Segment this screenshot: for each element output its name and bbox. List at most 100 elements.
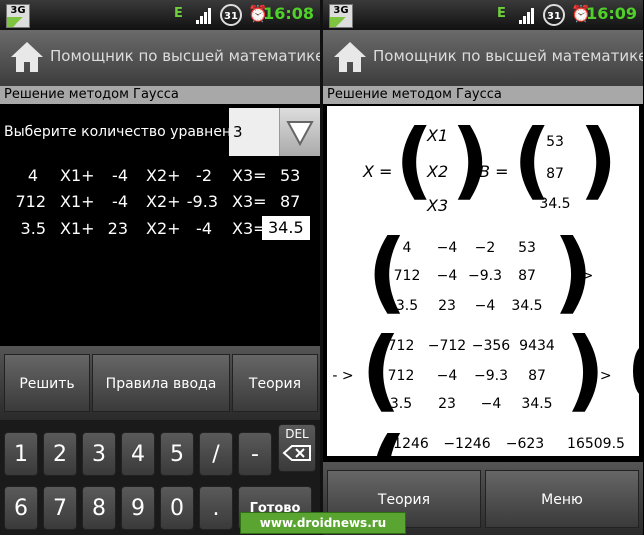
matrix-cell: 1246 [393,436,429,452]
var-label: X1+ [60,166,95,185]
matrix-cell: −356 [471,338,511,354]
matrix-cell: 34.5 [511,298,543,314]
coef-input[interactable]: -2 [186,166,212,185]
key-8[interactable]: 8 [82,486,116,530]
menu-button[interactable]: Меню [485,470,639,528]
b-vector-item: 53 [546,134,564,150]
solution-view[interactable]: X = ( X1 X2 X3 ) B = ( 53 87 34.5 ) ( 4 … [327,106,639,456]
var-label: X2+ [146,166,181,185]
var-label: X1+ [60,219,95,238]
watermark: www.droidnews.ru [240,512,406,534]
theory-button[interactable]: Теория [232,354,318,412]
coef-input[interactable]: 3.5 [2,219,46,238]
network-3g-icon: 3G [6,4,30,28]
coef-input[interactable]: 4 [10,166,38,185]
eq-count-value: 3 [229,108,279,156]
matrix-cell: 712 [387,338,415,354]
clock: 16:09 [586,4,637,23]
action-bar: Решить Правила ввода Теория [0,346,320,420]
title-bar: Помощник по высшей математике Lite [0,30,320,87]
matrix-cell: 712 [387,368,415,384]
app-title: Помощник по высшей математике Lite [373,47,643,65]
page-subtitle: Решение методом Гаусса [323,86,643,104]
rhs-input[interactable]: 53 [280,166,300,185]
key-minus[interactable]: - [238,432,272,476]
matrix-cell: 87 [518,268,536,284]
key-1[interactable]: 1 [4,432,38,476]
arrow: -> [576,268,594,284]
matrix-cell: 3.5 [389,396,413,412]
coef-input[interactable]: -4 [100,192,128,211]
var-label: X1+ [60,192,95,211]
key-4[interactable]: 4 [121,432,155,476]
paren-right: ) [579,111,618,209]
b-vector-item: 87 [546,166,564,182]
matrix-cell: −4 [474,298,496,314]
b-label: B = [479,162,509,181]
status-bar: 3G E 31 ⏰ 16:08 [0,0,320,30]
matrix-cell: −4 [480,396,502,412]
rhs-input[interactable]: 87 [280,192,300,211]
del-label: DEL [285,427,309,441]
equation-row: 3.5 X1+ 23 X2+ -4 X3= 34.5 [0,216,320,241]
paren-left: ( [395,111,434,209]
data-type-icon: E [497,6,506,21]
eq-count-label: Выберите количество уравнений: [4,124,255,140]
x-vector-item: X3 [427,196,449,215]
battery-icon: 31 [220,4,242,26]
var-label: X3= [232,192,267,211]
backspace-icon [282,445,311,461]
key-7[interactable]: 7 [43,486,77,530]
coef-input[interactable]: 712 [2,192,46,211]
matrix-cell: −712 [427,338,467,354]
paren-right: ) [451,111,490,209]
matrix-cell: −9.3 [474,368,508,384]
solve-button[interactable]: Решить [4,354,90,412]
coef-input[interactable]: -4 [186,219,212,238]
clock: 16:08 [263,4,314,23]
coef-input[interactable]: -4 [100,166,128,185]
key-0[interactable]: 0 [160,486,194,530]
matrix-cell: −2 [474,240,496,256]
key-2[interactable]: 2 [43,432,77,476]
chevron-down-icon [286,121,314,147]
home-icon[interactable] [8,38,46,76]
coef-input[interactable]: 23 [100,219,128,238]
matrix-cell: 53 [518,240,536,256]
key-dot[interactable]: . [199,486,233,530]
matrix-cell: 23 [438,396,456,412]
home-icon[interactable] [331,38,369,76]
eq-count-select[interactable]: 3 [229,108,320,156]
matrix-cell: −1246 [443,436,491,452]
paren-left: ( [513,111,552,209]
status-bar: 3G E 31 ⏰ 16:09 [323,0,643,30]
matrix-cell: 9434 [519,338,555,354]
matrix-cell: −9.3 [468,268,502,284]
arrow: - > [332,368,354,384]
var-label: X3= [232,166,267,185]
arrow: - > [590,368,612,384]
title-bar: Помощник по высшей математике Lite [323,30,643,87]
input-rules-button[interactable]: Правила ввода [92,354,230,412]
rhs-input-focused[interactable]: 34.5 [262,216,310,240]
matrix-cell: −623 [505,436,545,452]
delete-key[interactable]: DEL [278,424,316,472]
key-6[interactable]: 6 [4,486,38,530]
data-type-icon: E [174,6,183,21]
key-5[interactable]: 5 [160,432,194,476]
key-slash[interactable]: / [199,432,233,476]
equation-row: 712 X1+ -4 X2+ -9.3 X3= 87 [0,192,320,214]
coef-input[interactable]: -9.3 [180,192,218,211]
matrix-cell: 87 [528,368,546,384]
var-label: X2+ [146,219,181,238]
key-9[interactable]: 9 [121,486,155,530]
x-vector-item: X2 [427,162,449,181]
matrix-cell: 34.5 [521,396,553,412]
x-vector-item: X1 [427,126,449,145]
battery-icon: 31 [543,4,565,26]
dropdown-button[interactable] [279,108,320,156]
matrix-cell: 16509.5 [567,436,625,452]
key-3[interactable]: 3 [82,432,116,476]
app-title: Помощник по высшей математике Lite [50,47,320,65]
equation-row: 4 X1+ -4 X2+ -2 X3= 53 [0,166,320,188]
